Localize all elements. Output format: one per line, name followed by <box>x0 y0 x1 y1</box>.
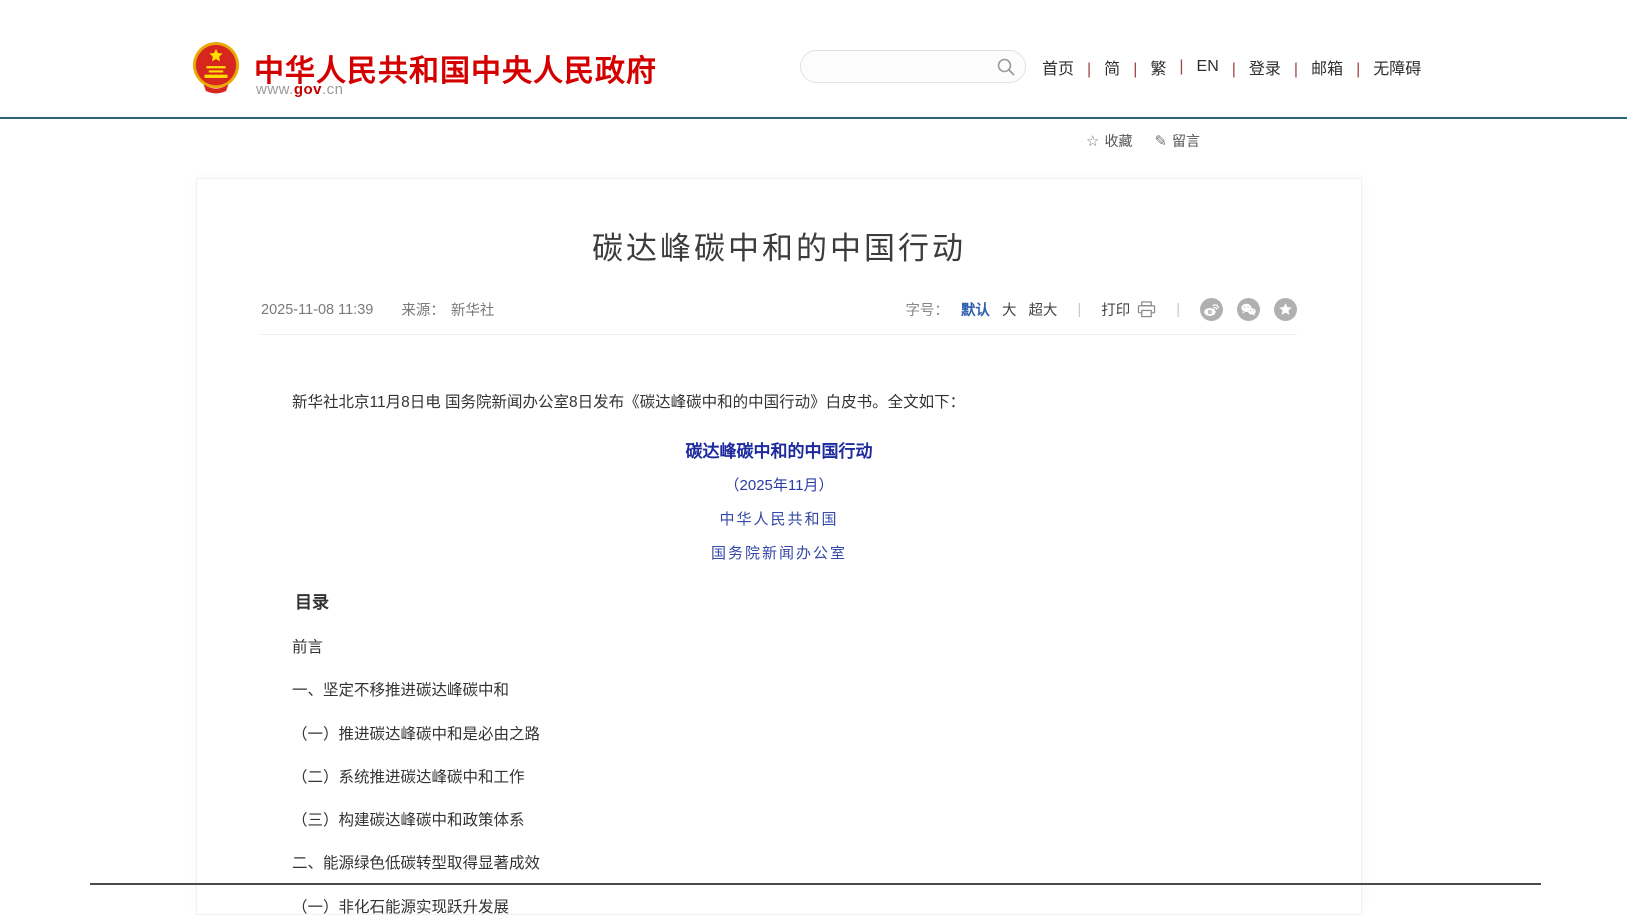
search-input[interactable] <box>815 54 989 81</box>
header-divider <box>0 117 1627 119</box>
favorite-share-icon[interactable] <box>1274 298 1297 321</box>
nav-item-home[interactable]: 首页 <box>1042 55 1074 79</box>
browser-page: 中华人民共和国中央人民政府 www.gov.cn 首页 简 繁 EN 登录 邮箱… <box>0 0 1627 915</box>
font-size-default-button[interactable]: 默认 <box>961 299 990 320</box>
article-lead-paragraph: 新华社北京11月8日电 国务院新闻办公室8日发布《碳达峰碳中和的中国行动》白皮书… <box>261 391 1297 415</box>
whitepaper-org-office: 国务院新闻办公室 <box>261 542 1297 563</box>
article-title: 碳达峰碳中和的中国行动 <box>261 223 1297 268</box>
meta-separator: | <box>1176 302 1180 318</box>
toc-heading: 目录 <box>261 588 1297 613</box>
source-label: 来源： <box>401 299 445 320</box>
nav-item-login[interactable]: 登录 <box>1219 55 1281 79</box>
article-meta-right: 字号： 默认 大 超大 | 打印 | <box>905 298 1297 321</box>
toc-item-section1-2: （二）系统推进碳达峰碳中和工作 <box>261 770 1297 786</box>
print-button[interactable]: 打印 <box>1101 299 1156 320</box>
nav-item-traditional[interactable]: 繁 <box>1120 55 1166 79</box>
whitepaper-title: 碳达峰碳中和的中国行动 <box>261 437 1297 462</box>
toc-item-section1-1: （一）推进碳达峰碳中和是必由之路 <box>261 727 1297 743</box>
nav-item-english[interactable]: EN <box>1166 58 1218 76</box>
source-value: 新华社 <box>451 299 495 320</box>
favorite-label: 收藏 <box>1104 131 1132 151</box>
nav-item-mail[interactable]: 邮箱 <box>1281 55 1343 79</box>
screen-bottom-edge <box>90 883 1541 885</box>
star-outline-icon: ☆ <box>1086 132 1099 150</box>
weibo-share-icon[interactable] <box>1200 298 1223 321</box>
share-icons <box>1200 298 1297 321</box>
print-label: 打印 <box>1101 299 1130 320</box>
comment-button[interactable]: ✎ 留言 <box>1154 131 1200 151</box>
site-url-www: www. <box>256 81 294 98</box>
meta-separator: | <box>1077 302 1081 318</box>
wechat-share-icon[interactable] <box>1237 298 1260 321</box>
article-card: 碳达峰碳中和的中国行动 2025-11-08 11:39 来源： 新华社 字号：… <box>196 178 1362 915</box>
whitepaper-date: （2025年11月） <box>261 474 1297 495</box>
article-date: 2025-11-08 11:39 <box>261 302 373 318</box>
toc-item-section1: 一、坚定不移推进碳达峰碳中和 <box>261 683 1297 699</box>
search-icon[interactable] <box>996 57 1016 77</box>
site-url: www.gov.cn <box>256 81 344 98</box>
font-size-large-button[interactable]: 大 <box>1002 299 1017 320</box>
font-size-xlarge-button[interactable]: 超大 <box>1028 299 1057 320</box>
top-nav: 首页 简 繁 EN 登录 邮箱 无障碍 <box>1042 55 1421 79</box>
comment-label: 留言 <box>1172 131 1200 151</box>
pencil-icon: ✎ <box>1154 132 1167 150</box>
article-meta-bar: 2025-11-08 11:39 来源： 新华社 字号： 默认 大 超大 | 打… <box>261 298 1297 335</box>
whitepaper-org-country: 中华人民共和国 <box>261 508 1297 529</box>
printer-icon <box>1137 301 1156 318</box>
toc-item-section1-3: （三）构建碳达峰碳中和政策体系 <box>261 813 1297 829</box>
nav-item-accessibility[interactable]: 无障碍 <box>1343 55 1421 79</box>
search-box <box>800 50 1026 83</box>
national-emblem-icon <box>192 40 240 94</box>
site-url-gov: gov <box>294 81 322 98</box>
toc-item-section2: 二、能源绿色低碳转型取得显著成效 <box>261 856 1297 872</box>
article-meta-left: 2025-11-08 11:39 来源： 新华社 <box>261 299 494 320</box>
toc-item-section2-1: （一）非化石能源实现跃升发展 <box>261 900 1297 915</box>
toc-item-preface: 前言 <box>261 640 1297 656</box>
favorite-button[interactable]: ☆ 收藏 <box>1086 131 1132 151</box>
site-url-cn: .cn <box>322 81 344 98</box>
page-actions: ☆ 收藏 ✎ 留言 <box>1086 131 1200 151</box>
font-size-label: 字号： <box>905 299 949 320</box>
nav-item-simplified[interactable]: 简 <box>1074 55 1120 79</box>
site-header: 中华人民共和国中央人民政府 www.gov.cn 首页 简 繁 EN 登录 邮箱… <box>0 0 1627 117</box>
